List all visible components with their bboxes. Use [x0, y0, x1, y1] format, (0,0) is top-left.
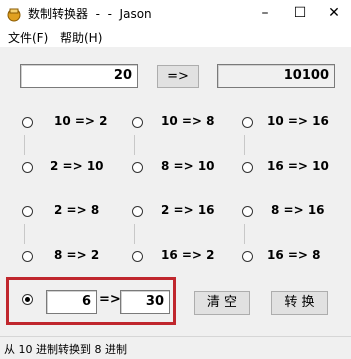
radio-button[interactable] [132, 206, 143, 217]
option-label: 2 => 8 [54, 203, 100, 217]
clear-button[interactable]: 清 空 [194, 291, 250, 315]
option-label: 8 => 2 [54, 248, 100, 262]
option-2-to-10[interactable]: 2 => 10 [20, 155, 120, 183]
divider [24, 135, 25, 155]
option-16-to-2[interactable]: 16 => 2 [130, 244, 230, 272]
option-label: 8 => 10 [161, 159, 215, 173]
option-label: 10 => 2 [54, 114, 108, 128]
status-text: 从 10 进制转换到 8 进制 [4, 343, 127, 356]
option-label: 2 => 16 [161, 203, 215, 217]
divider [24, 224, 25, 244]
output-number-field: 10100 [217, 64, 335, 88]
option-8-to-10[interactable]: 8 => 10 [130, 155, 230, 183]
option-10-to-8[interactable]: 10 => 8 [130, 110, 230, 138]
option-label: 8 => 16 [271, 203, 325, 217]
divider [244, 224, 245, 244]
option-label: 16 => 10 [267, 159, 329, 173]
divider [244, 135, 245, 155]
radio-button[interactable] [132, 162, 143, 173]
radio-button[interactable] [242, 117, 253, 128]
radio-button[interactable] [22, 117, 33, 128]
highlight-box [6, 277, 176, 325]
radio-button[interactable] [132, 251, 143, 262]
option-8-to-2[interactable]: 8 => 2 [20, 244, 120, 272]
option-10-to-16[interactable]: 10 => 16 [240, 110, 340, 138]
radio-button[interactable] [242, 251, 253, 262]
radio-button[interactable] [22, 251, 33, 262]
option-label: 16 => 8 [267, 248, 321, 262]
convert-button[interactable]: 转 换 [271, 291, 328, 315]
close-button[interactable]: ✕ [317, 0, 351, 27]
option-label: 2 => 10 [50, 159, 104, 173]
minimize-button[interactable]: – [248, 0, 282, 27]
option-16-to-8[interactable]: 16 => 8 [240, 244, 340, 272]
option-label: 10 => 8 [161, 114, 215, 128]
option-2-to-8[interactable]: 2 => 8 [20, 199, 120, 227]
radio-button[interactable] [242, 206, 253, 217]
divider [134, 135, 135, 155]
option-2-to-16[interactable]: 2 => 16 [130, 199, 230, 227]
divider [134, 224, 135, 244]
option-16-to-10[interactable]: 16 => 10 [240, 155, 340, 183]
option-10-to-2[interactable]: 10 => 2 [20, 110, 120, 138]
radio-button[interactable] [242, 162, 253, 173]
radio-button[interactable] [132, 117, 143, 128]
radio-button[interactable] [22, 206, 33, 217]
convert-arrow-button[interactable]: => [157, 65, 199, 88]
menu-bar: 文件(F) 帮助(H) [0, 27, 351, 47]
option-label: 16 => 2 [161, 248, 215, 262]
option-label: 10 => 16 [267, 114, 329, 128]
app-icon [6, 6, 22, 22]
title-bar: 数制转换器 - - Jason – ☐ ✕ [0, 0, 351, 27]
status-bar: 从 10 进制转换到 8 进制 [0, 336, 351, 359]
menu-file[interactable]: 文件(F) [8, 29, 48, 46]
option-8-to-16[interactable]: 8 => 16 [240, 199, 340, 227]
menu-help[interactable]: 帮助(H) [60, 29, 102, 46]
maximize-button[interactable]: ☐ [283, 0, 317, 27]
input-number-field[interactable]: 20 [20, 64, 138, 88]
radio-button[interactable] [22, 162, 33, 173]
window-title: 数制转换器 - - Jason [28, 7, 152, 21]
